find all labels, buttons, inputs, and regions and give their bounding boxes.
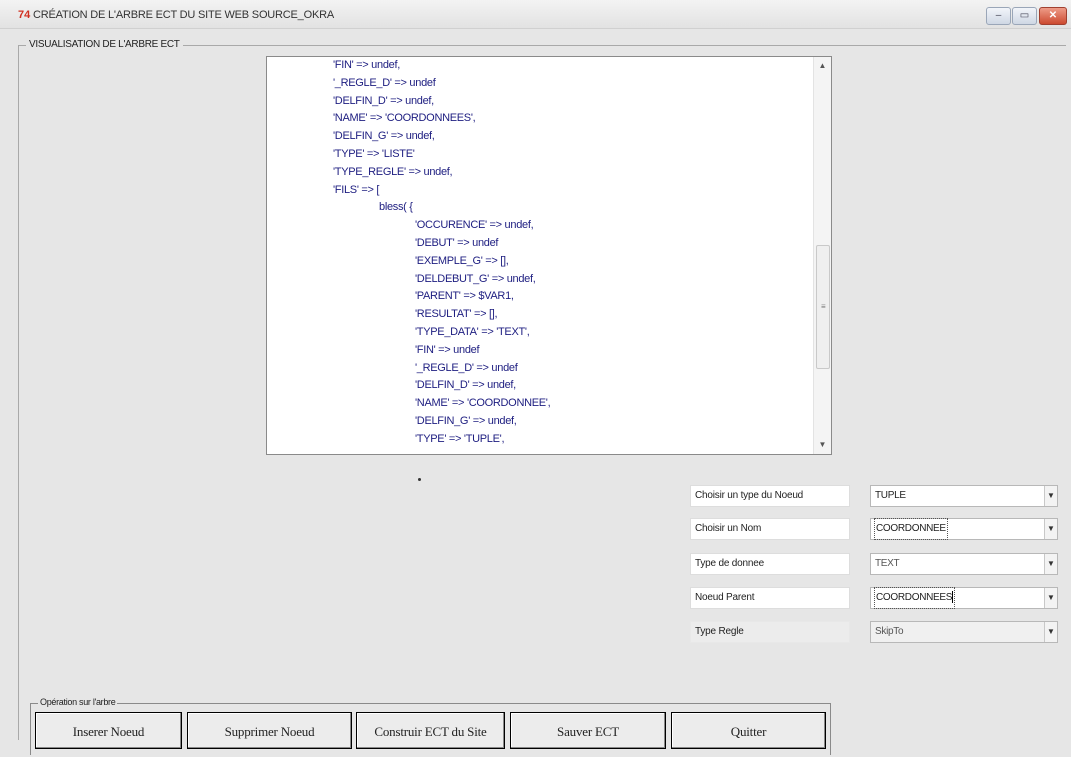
rule-type-row: Type Regle SkipTo ▼ — [690, 621, 1066, 643]
stray-dot — [418, 478, 421, 481]
tree-group-label: VISUALISATION DE L'ARBRE ECT — [26, 39, 183, 50]
rule-type-value: SkipTo — [875, 626, 904, 637]
text-cursor — [952, 591, 954, 604]
name-row: Choisir un Nom COORDONNEE ▼ — [690, 518, 1066, 540]
data-type-select[interactable]: TEXT ▼ — [870, 553, 1058, 575]
title-bar: 74 CRÉATION DE L'ARBRE ECT DU SITE WEB S… — [0, 0, 1071, 29]
tree-line: 'NAME' => 'COORDONNEES', — [333, 112, 476, 125]
rule-type-label: Type Regle — [690, 621, 850, 643]
rule-type-select[interactable]: SkipTo ▼ — [870, 621, 1058, 643]
tree-group-border-left — [18, 45, 19, 740]
data-type-label: Type de donnee — [690, 553, 850, 575]
chevron-down-icon[interactable]: ▼ — [1044, 588, 1057, 608]
tree-scrollbar[interactable]: ▲ ≡ ▼ — [813, 57, 831, 454]
operations-group-label: Opération sur l'arbre — [38, 697, 118, 707]
node-type-label: Choisir un type du Noeud — [690, 485, 850, 507]
scroll-up-icon[interactable]: ▲ — [814, 59, 831, 73]
tree-line: '_REGLE_D' => undef — [415, 361, 518, 374]
chevron-down-icon[interactable]: ▼ — [1044, 486, 1057, 506]
scroll-thumb[interactable]: ≡ — [816, 245, 830, 369]
tree-line: 'RESULTAT' => [], — [415, 308, 498, 321]
tree-line: 'PARENT' => $VAR1, — [415, 290, 514, 303]
tree-line: 'DELFIN_D' => undef, — [415, 379, 516, 392]
tree-line: 'DELFIN_G' => undef, — [333, 130, 435, 143]
window-title: CRÉATION DE L'ARBRE ECT DU SITE WEB SOUR… — [33, 9, 334, 21]
parent-node-value: COORDONNEES — [873, 587, 956, 609]
tree-line: 'NAME' => 'COORDONNEE', — [415, 397, 551, 410]
save-ect-button[interactable]: Sauver ECT — [510, 712, 666, 749]
node-type-select[interactable]: TUPLE ▼ — [870, 485, 1058, 507]
parent-node-label: Noeud Parent — [690, 587, 850, 609]
tree-line: 'DELFIN_D' => undef, — [333, 94, 434, 107]
chevron-down-icon[interactable]: ▼ — [1044, 519, 1057, 539]
tree-line: 'EXEMPLE_G' => [], — [415, 254, 509, 267]
node-type-row: Choisir un type du Noeud TUPLE ▼ — [690, 485, 1066, 507]
tree-line: 'OCCURENCE' => undef, — [415, 219, 534, 232]
tree-line: 'FIN' => undef — [415, 343, 480, 356]
operations-group-border-left — [30, 703, 31, 755]
parent-node-row: Noeud Parent COORDONNEES ▼ — [690, 587, 1066, 609]
insert-node-button[interactable]: Inserer Noeud — [35, 712, 182, 749]
close-button[interactable]: ✕ — [1039, 7, 1067, 25]
tree-line: 'FIN' => undef, — [333, 59, 400, 71]
tree-line: bless( { — [379, 201, 413, 214]
quit-button[interactable]: Quitter — [671, 712, 826, 749]
chevron-down-icon[interactable]: ▼ — [1044, 554, 1057, 574]
tree-line: 'FILS' => [ — [333, 183, 380, 196]
node-type-value: TUPLE — [875, 490, 906, 501]
tree-line: 'TYPE_DATA' => 'TEXT', — [415, 326, 530, 338]
tree-line: 'DELDEBUT_G' => undef, — [415, 272, 536, 285]
data-type-value: TEXT — [875, 558, 900, 569]
tree-line: '_REGLE_D' => undef — [333, 76, 436, 89]
app-icon: 74 — [18, 9, 31, 21]
build-ect-button[interactable]: Construir ECT du Site — [356, 712, 505, 749]
operations-group-border-right — [830, 703, 831, 755]
tree-line: 'DEBUT' => undef — [415, 237, 499, 249]
name-value: COORDONNEE — [874, 518, 948, 540]
name-label: Choisir un Nom — [690, 518, 850, 540]
name-select[interactable]: COORDONNEE ▼ — [870, 518, 1058, 540]
tree-view-textbox[interactable]: 'FIN' => undef, '_REGLE_D' => undef 'DELFI… — [266, 56, 832, 455]
maximize-button[interactable]: ▭ — [1012, 7, 1037, 25]
tree-line: 'DELFIN_G' => undef, — [415, 415, 517, 427]
operations-group-border — [30, 703, 831, 704]
chevron-down-icon[interactable]: ▼ — [1044, 622, 1057, 642]
parent-node-select[interactable]: COORDONNEES ▼ — [870, 587, 1058, 609]
tree-line: 'TYPE' => 'LISTE' — [333, 148, 415, 160]
grip-icon: ≡ — [821, 302, 826, 311]
tree-line: 'TYPE_REGLE' => undef, — [333, 165, 453, 178]
tree-line: 'TYPE' => 'TUPLE', — [415, 432, 505, 445]
minimize-button[interactable]: – — [986, 7, 1011, 25]
delete-node-button[interactable]: Supprimer Noeud — [187, 712, 352, 749]
scroll-down-icon[interactable]: ▼ — [814, 438, 831, 452]
data-type-row: Type de donnee TEXT ▼ — [690, 553, 1066, 575]
